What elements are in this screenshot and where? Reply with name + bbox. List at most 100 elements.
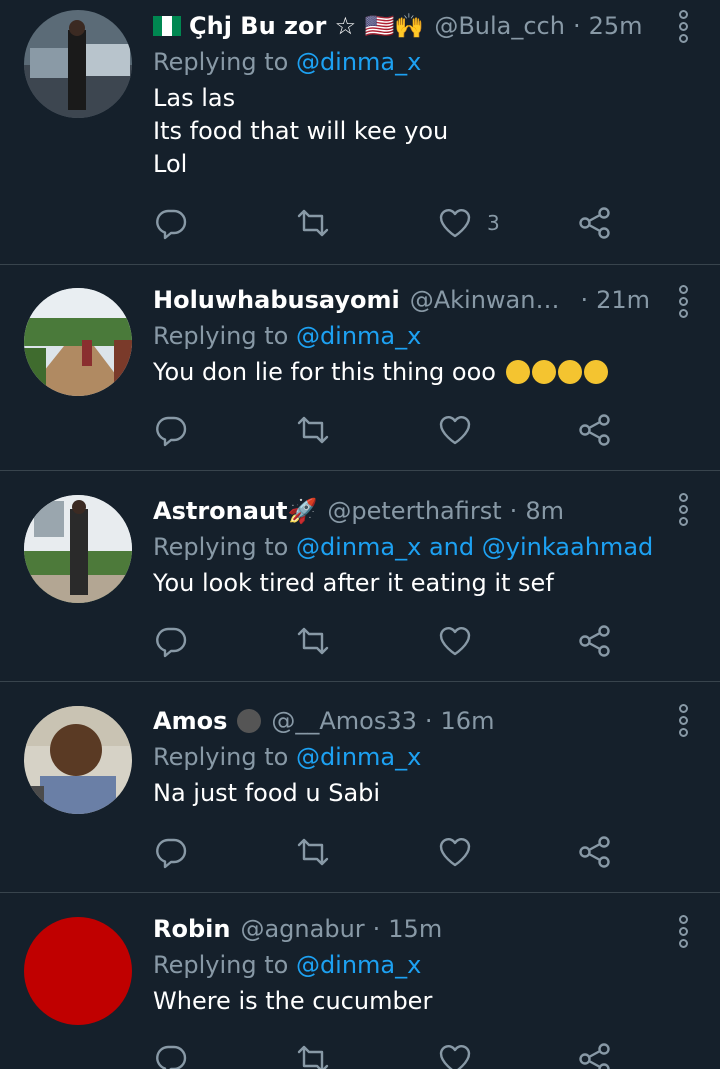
user-handle[interactable]: @Bula_cch <box>434 12 565 40</box>
display-name[interactable]: Holuwhabusayomi <box>153 286 400 314</box>
replying-label: Replying to <box>153 533 296 561</box>
heart-icon <box>439 416 471 445</box>
share-icon <box>579 1043 610 1069</box>
like-count: 3 <box>487 211 500 235</box>
retweet-button[interactable] <box>295 203 331 243</box>
tweet[interactable]: Amos @__Amos33 · 16m Replying to @dinma_… <box>0 682 720 892</box>
replying-to: Replying to @dinma_x <box>153 947 650 983</box>
retweet-button[interactable] <box>295 410 331 450</box>
timestamp[interactable]: 15m <box>388 915 442 943</box>
display-name[interactable]: Robin <box>153 915 230 943</box>
tweet-header: Astronaut🚀 @peterthafirst · 8m <box>153 493 650 529</box>
mention-link[interactable]: @dinma_x and @yinkaahmad <box>296 533 653 561</box>
like-button[interactable] <box>437 410 487 450</box>
heart-icon <box>439 627 471 656</box>
reply-button[interactable] <box>153 1039 189 1069</box>
retweet-button[interactable] <box>295 1039 331 1069</box>
tweet-content: Astronaut🚀 @peterthafirst · 8m Replying … <box>153 493 653 600</box>
like-button[interactable]: 3 <box>437 203 500 243</box>
share-button[interactable] <box>577 1039 613 1069</box>
share-button[interactable] <box>577 410 613 450</box>
retweet-icon <box>297 209 329 237</box>
reply-icon <box>156 209 187 240</box>
reply-button[interactable] <box>153 621 189 661</box>
tweet-header: Holuwhabusayomi @Akinwandehol... · 21m <box>153 282 650 318</box>
retweet-icon <box>297 416 329 444</box>
share-button[interactable] <box>577 621 613 661</box>
timestamp[interactable]: 16m <box>441 707 495 735</box>
replying-to: Replying to @dinma_x <box>153 318 650 354</box>
tweet-actions <box>153 621 633 661</box>
timestamp[interactable]: 21m <box>596 286 650 314</box>
tweet-actions <box>153 410 633 450</box>
tweet-content: Amos @__Amos33 · 16m Replying to @dinma_… <box>153 703 650 810</box>
display-name[interactable]: Amos <box>153 707 227 735</box>
tweet-text: Na just food u Sabi <box>153 779 381 807</box>
tweet-text-content: You don lie for this thing ooo <box>153 358 496 386</box>
timestamp[interactable]: 25m <box>589 12 643 40</box>
avatar[interactable] <box>24 495 132 603</box>
user-handle[interactable]: @Akinwandehol... <box>410 286 573 314</box>
avatar[interactable] <box>24 706 132 814</box>
more-options-icon[interactable] <box>676 493 690 526</box>
avatar[interactable] <box>24 288 132 396</box>
share-icon <box>579 414 610 446</box>
tweet[interactable]: Holuwhabusayomi @Akinwandehol... · 21m R… <box>0 265 720 470</box>
display-name[interactable]: Çhj Bu zor ☆ 🇺🇸🙌 <box>189 12 424 40</box>
share-button[interactable] <box>577 203 613 243</box>
tweet[interactable]: Çhj Bu zor ☆ 🇺🇸🙌 @Bula_cch · 25m Replyin… <box>0 0 720 264</box>
tweet-actions <box>153 1039 633 1069</box>
like-button[interactable] <box>437 1039 487 1069</box>
share-button[interactable] <box>577 832 613 872</box>
more-options-icon[interactable] <box>676 285 690 318</box>
more-options-icon[interactable] <box>676 915 690 948</box>
avatar[interactable] <box>24 10 132 118</box>
tweet-text: You look tired after it eating it sef <box>153 569 554 597</box>
replying-label: Replying to <box>153 743 296 771</box>
unamused-emoji-icon <box>531 360 556 384</box>
mention-link[interactable]: @dinma_x <box>296 48 421 76</box>
display-name[interactable]: Astronaut🚀 <box>153 497 317 525</box>
heart-icon <box>439 209 471 238</box>
rofl-emoji-icon <box>557 360 582 384</box>
reply-button[interactable] <box>153 203 189 243</box>
mention-link[interactable]: @dinma_x <box>296 322 421 350</box>
retweet-button[interactable] <box>295 832 331 872</box>
tweet-header: Robin @agnabur · 15m <box>153 911 650 947</box>
reply-icon <box>156 627 187 658</box>
more-options-icon[interactable] <box>676 704 690 737</box>
reply-icon <box>156 416 187 447</box>
retweet-icon <box>297 838 329 866</box>
user-handle[interactable]: @agnabur <box>240 915 364 943</box>
nigeria-flag-icon <box>153 16 181 36</box>
user-handle[interactable]: @__Amos33 <box>271 707 417 735</box>
replying-label: Replying to <box>153 322 296 350</box>
replying-to: Replying to @dinma_x and @yinkaahmad <box>153 529 653 565</box>
mention-link[interactable]: @dinma_x <box>296 951 421 979</box>
user-handle[interactable]: @peterthafirst <box>327 497 501 525</box>
tweet[interactable]: Robin @agnabur · 15m Replying to @dinma_… <box>0 893 720 1069</box>
tweet[interactable]: Astronaut🚀 @peterthafirst · 8m Replying … <box>0 471 720 681</box>
share-icon <box>579 207 610 239</box>
time-separator: · <box>580 286 589 314</box>
more-options-icon[interactable] <box>676 10 690 43</box>
tweet-actions: 3 <box>153 203 633 243</box>
mention-link[interactable]: @dinma_x <box>296 743 421 771</box>
replying-to: Replying to @dinma_x <box>153 739 650 775</box>
retweet-icon <box>297 627 329 655</box>
reply-icon <box>156 1045 187 1069</box>
reply-button[interactable] <box>153 410 189 450</box>
share-icon <box>579 836 610 868</box>
timestamp[interactable]: 8m <box>525 497 564 525</box>
tweet-actions <box>153 832 633 872</box>
tweet-text: Where is the cucumber <box>153 987 433 1015</box>
rofl-emoji-icon <box>583 360 608 384</box>
reply-icon <box>156 838 187 869</box>
avatar[interactable] <box>24 917 132 1025</box>
retweet-button[interactable] <box>295 621 331 661</box>
reply-button[interactable] <box>153 832 189 872</box>
like-button[interactable] <box>437 621 487 661</box>
tweet-content: Holuwhabusayomi @Akinwandehol... · 21m R… <box>153 282 650 389</box>
replying-label: Replying to <box>153 48 296 76</box>
like-button[interactable] <box>437 832 487 872</box>
